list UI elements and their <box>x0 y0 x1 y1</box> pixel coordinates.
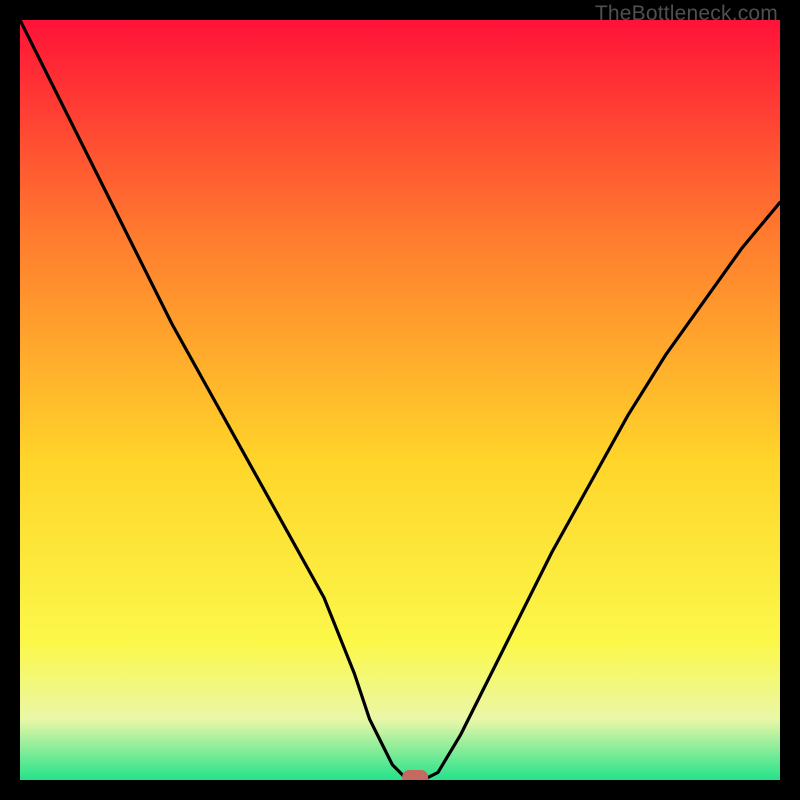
bottleneck-chart <box>20 20 780 780</box>
watermark-text: TheBottleneck.com <box>595 2 778 26</box>
gradient-background <box>20 20 780 780</box>
vertex-marker <box>402 770 428 780</box>
chart-frame <box>20 20 780 780</box>
